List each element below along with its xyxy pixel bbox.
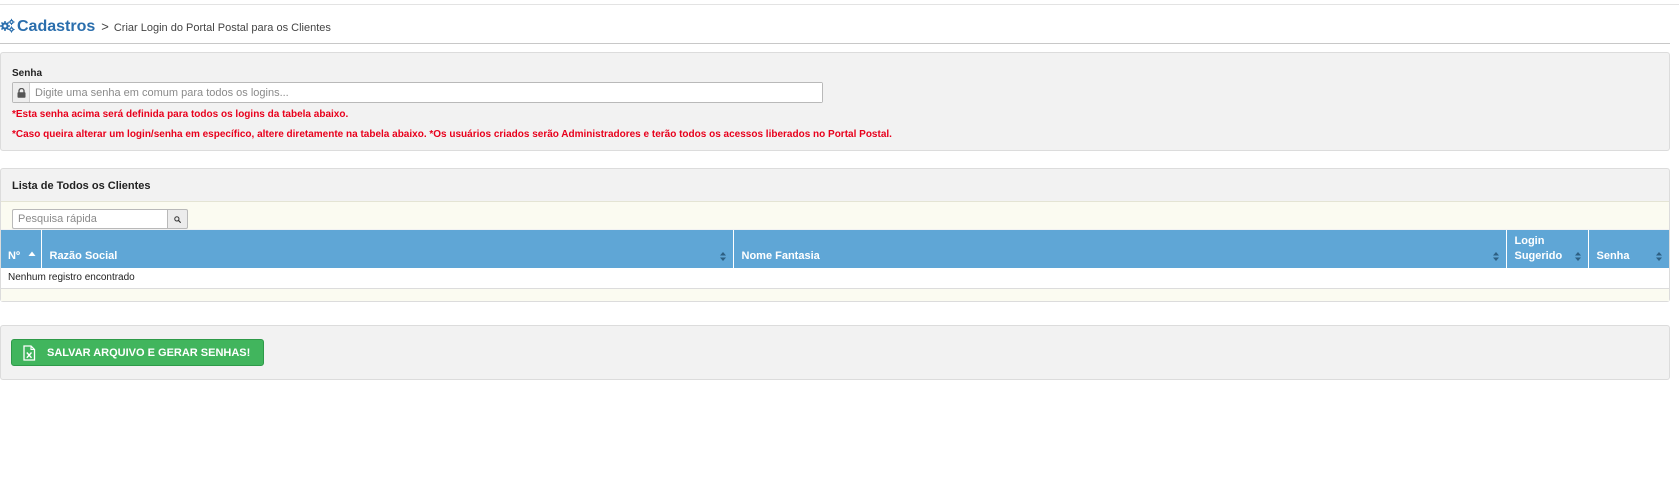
column-header-label: Razão Social — [49, 250, 118, 262]
top-divider — [0, 4, 1679, 5]
breadcrumb-separator: > — [101, 19, 109, 34]
column-header-label: Nº — [8, 250, 20, 262]
search-icon — [174, 215, 181, 223]
breadcrumb-current-page: Criar Login do Portal Postal para os Cli… — [113, 22, 331, 34]
quick-search-input[interactable] — [12, 209, 167, 229]
file-excel-icon — [21, 344, 37, 361]
sort-icon — [1574, 252, 1581, 261]
quick-search-group — [12, 209, 188, 229]
breadcrumb-divider — [0, 43, 1670, 44]
table-empty-row: Nenhum registro encontrado — [1, 268, 1669, 289]
column-header-senha[interactable]: Senha — [1588, 230, 1669, 268]
breadcrumb: Cadastros > Criar Login do Portal Postal… — [0, 16, 331, 38]
senha-note-edit: *Caso queira alterar um login/senha em e… — [12, 129, 892, 140]
sort-asc-icon — [28, 251, 35, 256]
save-button-label: SALVAR ARQUIVO E GERAR SENHAS! — [47, 346, 251, 359]
column-header-razao-social[interactable]: Razão Social — [41, 230, 734, 268]
sort-icon — [1492, 252, 1499, 261]
senha-label: Senha — [12, 68, 43, 79]
table-empty-message: Nenhum registro encontrado — [1, 268, 1669, 289]
client-list-footer — [1, 289, 1669, 301]
client-list-toolbar — [1, 201, 1669, 229]
breadcrumb-section-link[interactable]: Cadastros — [17, 18, 95, 36]
senha-panel: Senha *Esta senha acima será definida pa… — [0, 52, 1670, 151]
quick-search-button[interactable] — [167, 209, 188, 229]
column-header-numero[interactable]: Nº — [1, 230, 42, 268]
column-header-label: Senha — [1596, 250, 1630, 262]
senha-note-default: *Esta senha acima será definida para tod… — [12, 109, 349, 120]
save-and-generate-button[interactable]: SALVAR ARQUIVO E GERAR SENHAS! — [11, 339, 264, 366]
lock-icon — [13, 83, 30, 102]
sort-icon — [1656, 252, 1662, 261]
column-header-label: Nome Fantasia — [741, 250, 820, 262]
senha-input-group — [12, 82, 823, 103]
clients-table: Nº Razão Social Nome Fantasia Login Suge… — [1, 230, 1669, 289]
cogs-icon — [0, 18, 15, 33]
senha-input[interactable] — [30, 83, 822, 102]
action-panel: SALVAR ARQUIVO E GERAR SENHAS! — [0, 325, 1670, 380]
table-header-row: Nº Razão Social Nome Fantasia Login Suge… — [1, 230, 1669, 268]
column-header-nome-fantasia[interactable]: Nome Fantasia — [733, 230, 1507, 268]
column-header-login-sugerido[interactable]: Login Sugerido — [1506, 230, 1589, 268]
client-list-title: Lista de Todos os Clientes — [12, 180, 151, 192]
column-header-label: Login Sugerido — [1514, 235, 1563, 262]
sort-icon — [719, 252, 726, 261]
client-list-panel: Lista de Todos os Clientes Nº — [0, 168, 1670, 302]
